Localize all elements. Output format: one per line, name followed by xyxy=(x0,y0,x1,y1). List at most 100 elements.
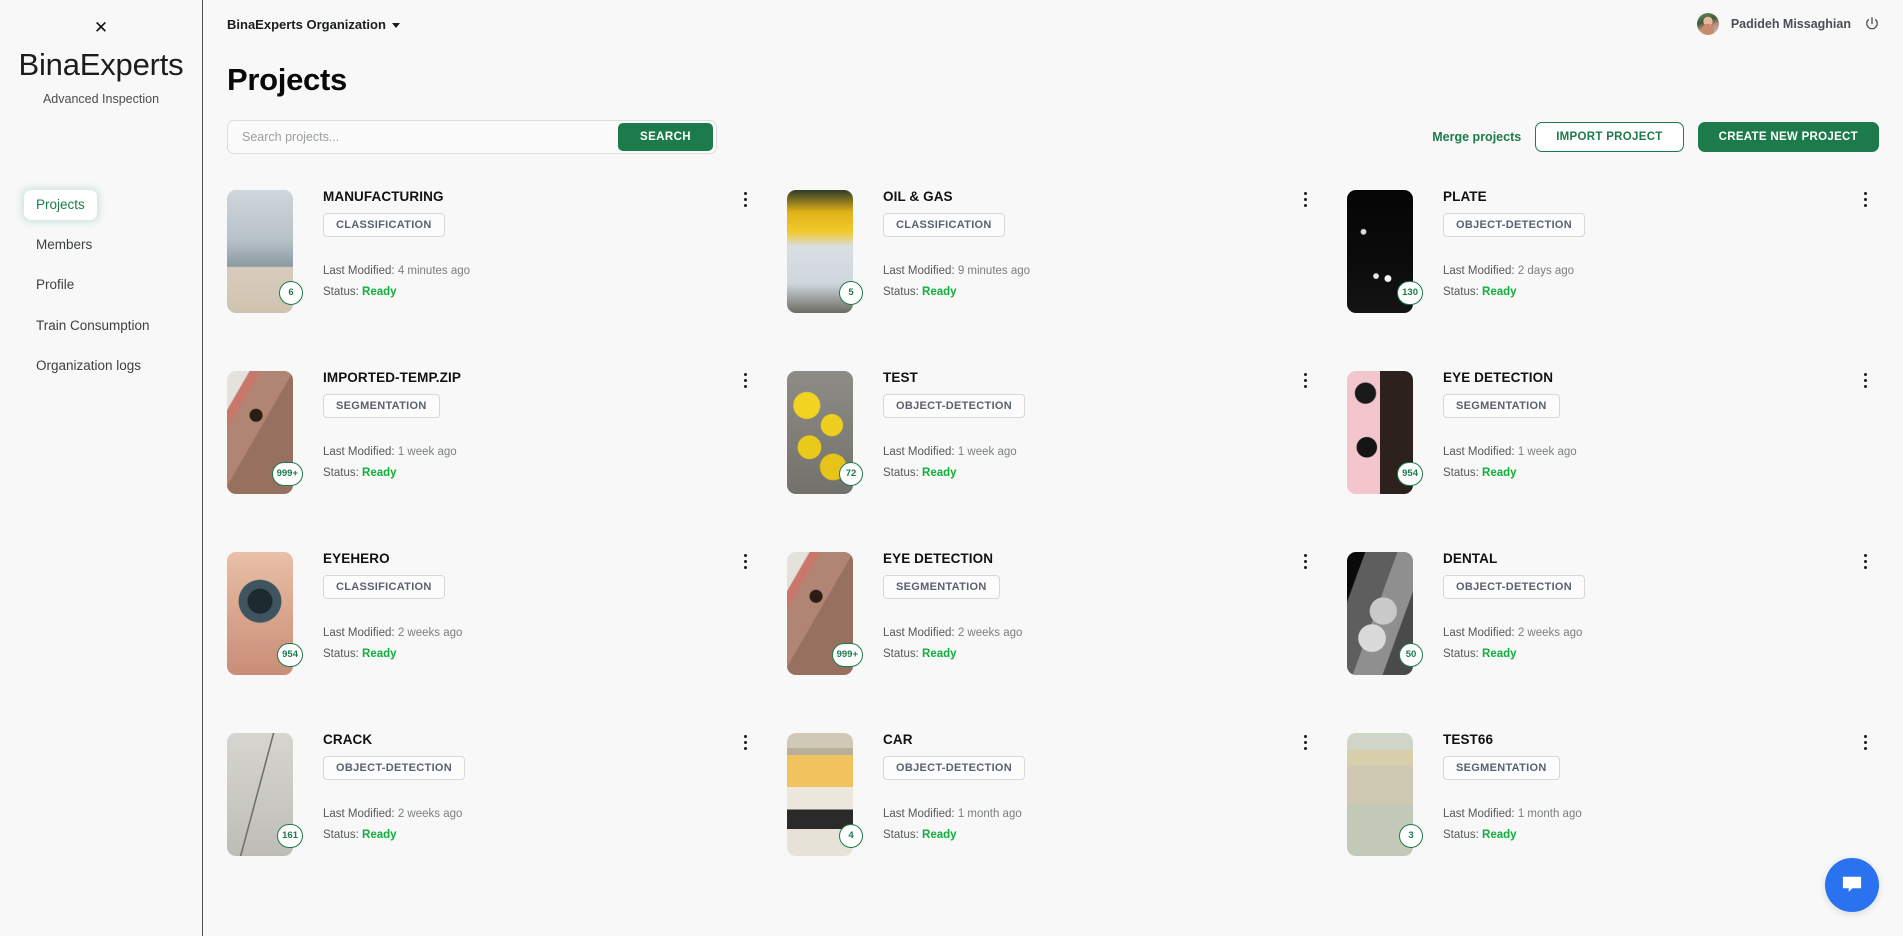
project-card[interactable]: 4 CAR OBJECT-DETECTION Last Modified: 1 mon… xyxy=(787,725,1319,902)
brand-name: BinaExperts xyxy=(18,47,184,82)
merge-projects-link[interactable]: Merge projects xyxy=(1432,130,1521,144)
import-project-button[interactable]: IMPORT PROJECT xyxy=(1535,122,1684,152)
image-count-badge: 954 xyxy=(277,643,303,667)
project-grid: 6 MANUFACTURING CLASSIFICATION Last Modifie… xyxy=(203,182,1903,902)
last-modified-value: 1 month ago xyxy=(957,808,1022,820)
last-modified-value: 2 weeks ago xyxy=(1517,627,1583,639)
project-meta: Last Modified: 2 weeks ago Status: Ready xyxy=(323,623,737,666)
project-type-chip: OBJECT-DETECTION xyxy=(323,756,466,780)
project-card[interactable]: 999+ IMPORTED-TEMP.ZIP SEGMENTATION Last Mo… xyxy=(227,363,759,540)
status-badge: Ready xyxy=(922,467,957,480)
project-card-body: DENTAL OBJECT-DETECTION Last Modified: 2 w… xyxy=(1413,544,1857,666)
last-modified-value: 9 minutes ago xyxy=(957,265,1031,277)
last-modified-value: 2 weeks ago xyxy=(397,808,463,820)
project-menu-icon[interactable] xyxy=(1297,544,1313,569)
status-badge: Ready xyxy=(362,829,397,842)
user-area: Padideh Missaghian xyxy=(1696,13,1881,35)
last-modified-label: Last Modified: xyxy=(323,446,395,458)
search-bar: SEARCH xyxy=(227,120,717,154)
project-card[interactable]: 954 EYEHERO CLASSIFICATION Last Modified: 2… xyxy=(227,544,759,721)
project-thumbnail-wrapper: 50 xyxy=(1347,552,1423,675)
last-modified-label: Last Modified: xyxy=(323,627,395,639)
project-name: EYE DETECTION xyxy=(1443,370,1554,385)
app-root: ✕ BinaExperts Advanced Inspection Projec… xyxy=(0,0,1903,936)
status-row: Status: Ready xyxy=(883,644,1297,665)
project-meta: Last Modified: 1 week ago Status: Ready xyxy=(883,442,1297,485)
image-count-badge: 999+ xyxy=(271,462,303,486)
project-menu-icon[interactable] xyxy=(737,544,753,569)
project-name: OIL & GAS xyxy=(883,189,953,204)
project-meta: Last Modified: 1 week ago Status: Ready xyxy=(323,442,737,485)
create-new-project-button[interactable]: CREATE NEW PROJECT xyxy=(1697,122,1879,152)
sidebar-item-organization-logs[interactable]: Organization logs xyxy=(24,351,153,381)
project-type-chip: CLASSIFICATION xyxy=(323,575,445,599)
project-thumbnail-wrapper: 6 xyxy=(227,190,303,313)
last-modified-value: 1 week ago xyxy=(957,446,1017,458)
project-thumbnail-wrapper: 161 xyxy=(227,733,303,856)
project-card[interactable]: 72 TEST OBJECT-DETECTION Last Modified: 1 w… xyxy=(787,363,1319,540)
chat-bubble-icon[interactable] xyxy=(1825,858,1879,912)
project-card-body: MANUFACTURING CLASSIFICATION Last Modified… xyxy=(293,182,737,304)
sidebar-item-train-consumption[interactable]: Train Consumption xyxy=(24,311,162,341)
project-name: CAR xyxy=(883,732,913,747)
close-icon[interactable]: ✕ xyxy=(88,14,114,40)
avatar[interactable] xyxy=(1696,13,1719,35)
last-modified-value: 2 weeks ago xyxy=(957,627,1023,639)
last-modified-row: Last Modified: 2 weeks ago xyxy=(323,623,737,644)
project-menu-icon[interactable] xyxy=(737,182,753,207)
status-badge: Ready xyxy=(362,286,397,299)
chevron-down-icon xyxy=(391,22,400,28)
status-label: Status: xyxy=(323,648,359,661)
status-badge: Ready xyxy=(922,648,957,661)
project-menu-icon[interactable] xyxy=(1857,363,1873,388)
power-icon[interactable] xyxy=(1863,15,1881,33)
project-name: MANUFACTURING xyxy=(323,189,444,204)
status-row: Status: Ready xyxy=(323,825,737,846)
project-card[interactable]: 3 TEST66 SEGMENTATION Last Modified: 1 mont… xyxy=(1347,725,1879,902)
sidebar-item-projects[interactable]: Projects xyxy=(24,190,97,221)
project-menu-icon[interactable] xyxy=(1857,544,1873,569)
last-modified-label: Last Modified: xyxy=(1443,265,1515,277)
project-type-chip: OBJECT-DETECTION xyxy=(883,394,1026,418)
project-thumbnail-wrapper: 4 xyxy=(787,733,863,856)
project-menu-icon[interactable] xyxy=(737,725,753,750)
project-menu-icon[interactable] xyxy=(1857,725,1873,750)
status-label: Status: xyxy=(883,648,919,661)
project-meta: Last Modified: 2 weeks ago Status: Ready xyxy=(883,623,1297,666)
project-thumbnail-wrapper: 954 xyxy=(227,552,303,675)
toolbar: SEARCH Merge projects IMPORT PROJECT CRE… xyxy=(203,120,1903,154)
project-thumbnail-wrapper: 5 xyxy=(787,190,863,313)
project-card[interactable]: 5 OIL & GAS CLASSIFICATION Last Modified: 9… xyxy=(787,182,1319,359)
status-label: Status: xyxy=(883,286,919,299)
status-label: Status: xyxy=(1443,467,1479,480)
status-label: Status: xyxy=(883,829,919,842)
project-menu-icon[interactable] xyxy=(1297,725,1313,750)
project-card[interactable]: 130 PLATE OBJECT-DETECTION Last Modified: 2… xyxy=(1347,182,1879,359)
sidebar-item-profile[interactable]: Profile xyxy=(24,270,86,300)
main-content: BinaExperts Organization Padideh Missagh… xyxy=(203,0,1903,936)
project-menu-icon[interactable] xyxy=(737,363,753,388)
project-meta: Last Modified: 1 month ago Status: Ready xyxy=(1443,804,1857,847)
search-button[interactable]: SEARCH xyxy=(618,123,713,151)
project-card[interactable]: 50 DENTAL OBJECT-DETECTION Last Modified: 2… xyxy=(1347,544,1879,721)
project-menu-icon[interactable] xyxy=(1297,182,1313,207)
status-row: Status: Ready xyxy=(323,282,737,303)
project-card[interactable]: 6 MANUFACTURING CLASSIFICATION Last Modifie… xyxy=(227,182,759,359)
organization-selector[interactable]: BinaExperts Organization xyxy=(227,17,400,32)
project-card[interactable]: 161 CRACK OBJECT-DETECTION Last Modified: 2… xyxy=(227,725,759,902)
project-type-chip: CLASSIFICATION xyxy=(883,213,1005,237)
toolbar-actions: Merge projects IMPORT PROJECT CREATE NEW… xyxy=(1432,122,1879,152)
project-name: EYEHERO xyxy=(323,551,390,566)
project-menu-icon[interactable] xyxy=(1297,363,1313,388)
project-card[interactable]: 954 EYE DETECTION SEGMENTATION Last Modifie… xyxy=(1347,363,1879,540)
status-label: Status: xyxy=(1443,648,1479,661)
sidebar-item-members[interactable]: Members xyxy=(24,230,104,260)
last-modified-row: Last Modified: 1 month ago xyxy=(883,804,1297,825)
status-row: Status: Ready xyxy=(883,825,1297,846)
project-card[interactable]: 999+ EYE DETECTION SEGMENTATION Last Modifi… xyxy=(787,544,1319,721)
project-menu-icon[interactable] xyxy=(1857,182,1873,207)
image-count-badge: 161 xyxy=(277,824,303,848)
last-modified-label: Last Modified: xyxy=(883,265,955,277)
project-thumbnail-wrapper: 3 xyxy=(1347,733,1423,856)
project-thumbnail-wrapper: 999+ xyxy=(227,371,303,494)
